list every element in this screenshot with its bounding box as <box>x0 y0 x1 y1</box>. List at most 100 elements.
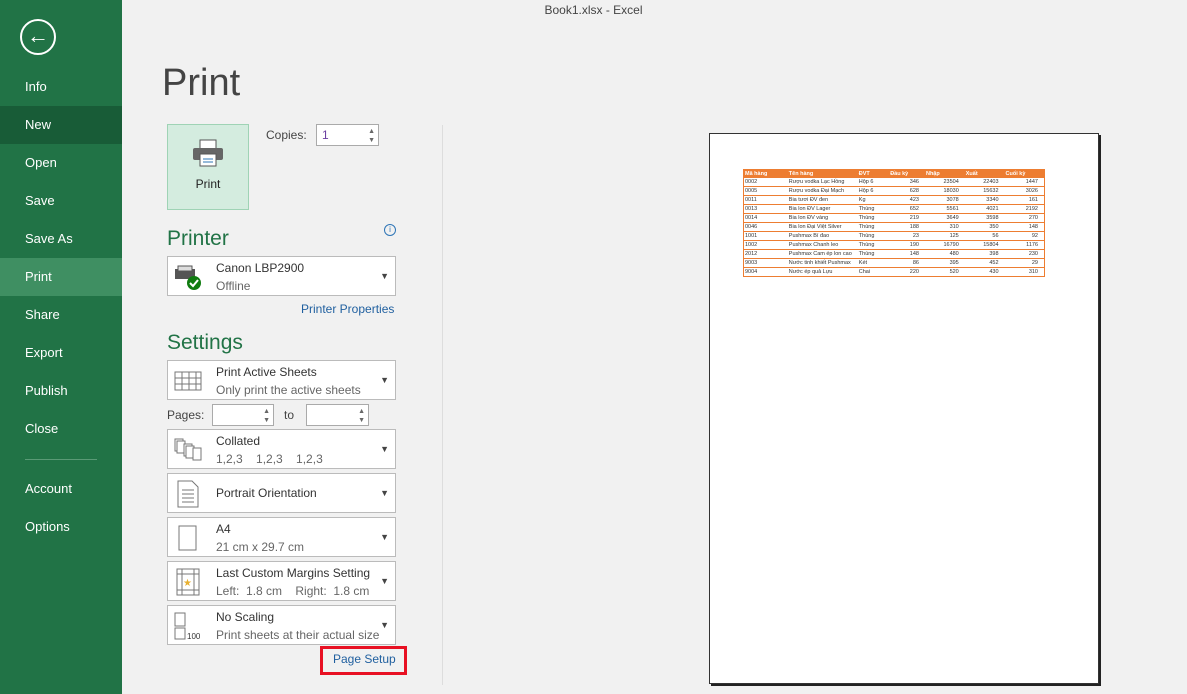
preview-column-header: Nhập <box>924 169 965 178</box>
nav-new[interactable]: New <box>0 106 122 144</box>
scaling-sub: Print sheets at their actual size <box>216 628 380 642</box>
preview-cell: 3078 <box>924 195 965 205</box>
print-preview-page: Mã hàng Tên hàng ĐVT Đầu kỳ Nhập Xuất Cuối kỳ … <box>709 133 1099 684</box>
preview-cell: 9003 <box>743 258 788 268</box>
preview-cell: 1001 <box>743 231 788 241</box>
preview-cell: 16790 <box>924 240 965 250</box>
nav-account[interactable]: Account <box>0 470 122 508</box>
preview-cell: Pushmax Bí đao <box>787 231 858 241</box>
nav-open[interactable]: Open <box>0 144 122 182</box>
preview-cell: 628 <box>889 186 925 196</box>
nav-save[interactable]: Save <box>0 182 122 220</box>
preview-cell: Thùng <box>857 204 890 214</box>
back-arrow-icon[interactable]: ← <box>20 19 56 55</box>
paper-title: A4 <box>216 522 231 536</box>
preview-cell: Hộp 6 <box>857 186 890 196</box>
preview-cell: 15804 <box>964 240 1005 250</box>
print-what-sub: Only print the active sheets <box>216 383 361 397</box>
print-button-label: Print <box>195 177 221 191</box>
preview-cell: 161 <box>1004 195 1045 205</box>
preview-cell: 125 <box>924 231 965 241</box>
printer-ready-icon <box>175 265 201 290</box>
orientation-dropdown[interactable]: Portrait Orientation ▼ <box>167 473 396 513</box>
preview-cell: 22403 <box>964 178 1005 187</box>
margins-dropdown[interactable]: ★ Last Custom Margins Setting Left: 1.8 … <box>167 561 396 601</box>
printer-status: Offline <box>216 279 251 293</box>
window-title: Book1.xlsx - Excel <box>544 3 643 17</box>
chevron-down-icon: ▼ <box>380 271 389 281</box>
stepper-arrows-icon[interactable]: ▲ ▼ <box>358 407 365 425</box>
preview-cell: 230 <box>1004 249 1045 259</box>
chevron-down-icon: ▼ <box>380 375 389 385</box>
printer-dropdown[interactable]: Canon LBP2900 Offline ▼ <box>167 256 396 296</box>
preview-cell: 3026 <box>1004 186 1045 196</box>
to-label: to <box>284 408 295 422</box>
preview-cell: 188 <box>889 222 925 232</box>
print-button[interactable]: Print <box>167 124 249 210</box>
preview-cell: Thùng <box>857 240 890 250</box>
preview-cell: 219 <box>889 213 925 223</box>
preview-cell: Thùng <box>857 231 890 241</box>
paper-sub: 21 cm x 29.7 cm <box>216 540 305 554</box>
preview-row: 0013 Bia lon ĐV Lager Thùng 652 5561 4021 2192 <box>743 204 1045 214</box>
preview-cell: 1176 <box>1004 240 1045 250</box>
paper-icon <box>178 525 197 551</box>
paper-size-dropdown[interactable]: A4 21 cm x 29.7 cm ▼ <box>167 517 396 557</box>
stepper-arrows-icon[interactable]: ▲ ▼ <box>368 127 375 145</box>
preview-column-header: Xuất <box>964 169 1005 178</box>
preview-row: 9004 Nước ép quả Lựu Chai 220 520 430 310 <box>743 267 1045 277</box>
nav-print[interactable]: Print <box>0 258 122 296</box>
preview-column-header: ĐVT <box>857 169 890 178</box>
preview-column-header: Mã hàng <box>743 169 788 178</box>
preview-cell: 9004 <box>743 267 788 277</box>
preview-column-header: Đầu kỳ <box>889 169 925 178</box>
chevron-down-icon: ▼ <box>380 532 389 542</box>
preview-cell: 148 <box>889 249 925 259</box>
nav-info[interactable]: Info <box>0 68 122 106</box>
preview-cell: 29 <box>1004 258 1045 268</box>
collation-title: Collated <box>216 434 261 448</box>
preview-cell: Rượu vodka Lạc Hồng <box>787 178 858 187</box>
preview-cell: Nước tinh khiết Pushmax <box>787 258 858 268</box>
printer-name: Canon LBP2900 <box>216 261 305 275</box>
preview-cell: Pushmax Cam ép lon cao <box>787 249 858 259</box>
nav-save-as[interactable]: Save As <box>0 220 122 258</box>
page-setup-link[interactable]: Page Setup <box>333 652 396 666</box>
preview-cell: 652 <box>889 204 925 214</box>
preview-row: 0011 Bia tươi ĐV đen Kg 423 3078 3340 161 <box>743 195 1045 205</box>
nav-share[interactable]: Share <box>0 296 122 334</box>
preview-row: 1002 Pushmax Chanh leo Thùng 190 16790 15804 1… <box>743 240 1045 250</box>
copies-stepper[interactable]: 1 ▲ ▼ <box>316 124 379 146</box>
pages-to-input[interactable]: ▲ ▼ <box>306 404 369 426</box>
info-icon[interactable]: i <box>384 224 396 236</box>
preview-cell: 23 <box>889 231 925 241</box>
preview-header-row: Mã hàng Tên hàng ĐVT Đầu kỳ Nhập Xuất Cuối kỳ <box>743 169 1045 178</box>
preview-cell: Thùng <box>857 222 890 232</box>
preview-cell: Rượu vodka Đại Mạch <box>787 186 858 196</box>
nav-publish[interactable]: Publish <box>0 372 122 410</box>
preview-row: 0005 Rượu vodka Đại Mạch Hộp 6 628 18030 1563… <box>743 186 1045 196</box>
preview-cell: Bia lon ĐV Lager <box>787 204 858 214</box>
preview-cell: 56 <box>964 231 1005 241</box>
pages-from-input[interactable]: ▲ ▼ <box>212 404 274 426</box>
preview-cell: Nước ép quả Lựu <box>787 267 858 277</box>
preview-cell: 4021 <box>964 204 1005 214</box>
collation-dropdown[interactable]: Collated 1,2,3 1,2,3 1,2,3 ▼ <box>167 429 396 469</box>
preview-row: 2012 Pushmax Cam ép lon cao Thùng 148 480 398… <box>743 249 1045 259</box>
pages-label: Pages: <box>167 408 205 422</box>
preview-cell: 0011 <box>743 195 788 205</box>
preview-cell: 452 <box>964 258 1005 268</box>
chevron-down-icon: ▼ <box>380 444 389 454</box>
scaling-dropdown[interactable]: 100 No Scaling Print sheets at their act… <box>167 605 396 645</box>
nav-export[interactable]: Export <box>0 334 122 372</box>
margins-sub: Left: 1.8 cm Right: 1.8 cm <box>216 584 370 598</box>
stepper-arrows-icon[interactable]: ▲ ▼ <box>263 407 270 425</box>
preview-cell: Hộp 6 <box>857 178 890 187</box>
nav-close[interactable]: Close <box>0 410 122 448</box>
preview-cell: Bia tươi ĐV đen <box>787 195 858 205</box>
collation-sub: 1,2,3 1,2,3 1,2,3 <box>216 452 323 466</box>
nav-options[interactable]: Options <box>0 508 122 546</box>
printer-properties-link[interactable]: Printer Properties <box>301 302 394 316</box>
preview-cell: 18030 <box>924 186 965 196</box>
print-what-dropdown[interactable]: Print Active Sheets Only print the activ… <box>167 360 396 400</box>
